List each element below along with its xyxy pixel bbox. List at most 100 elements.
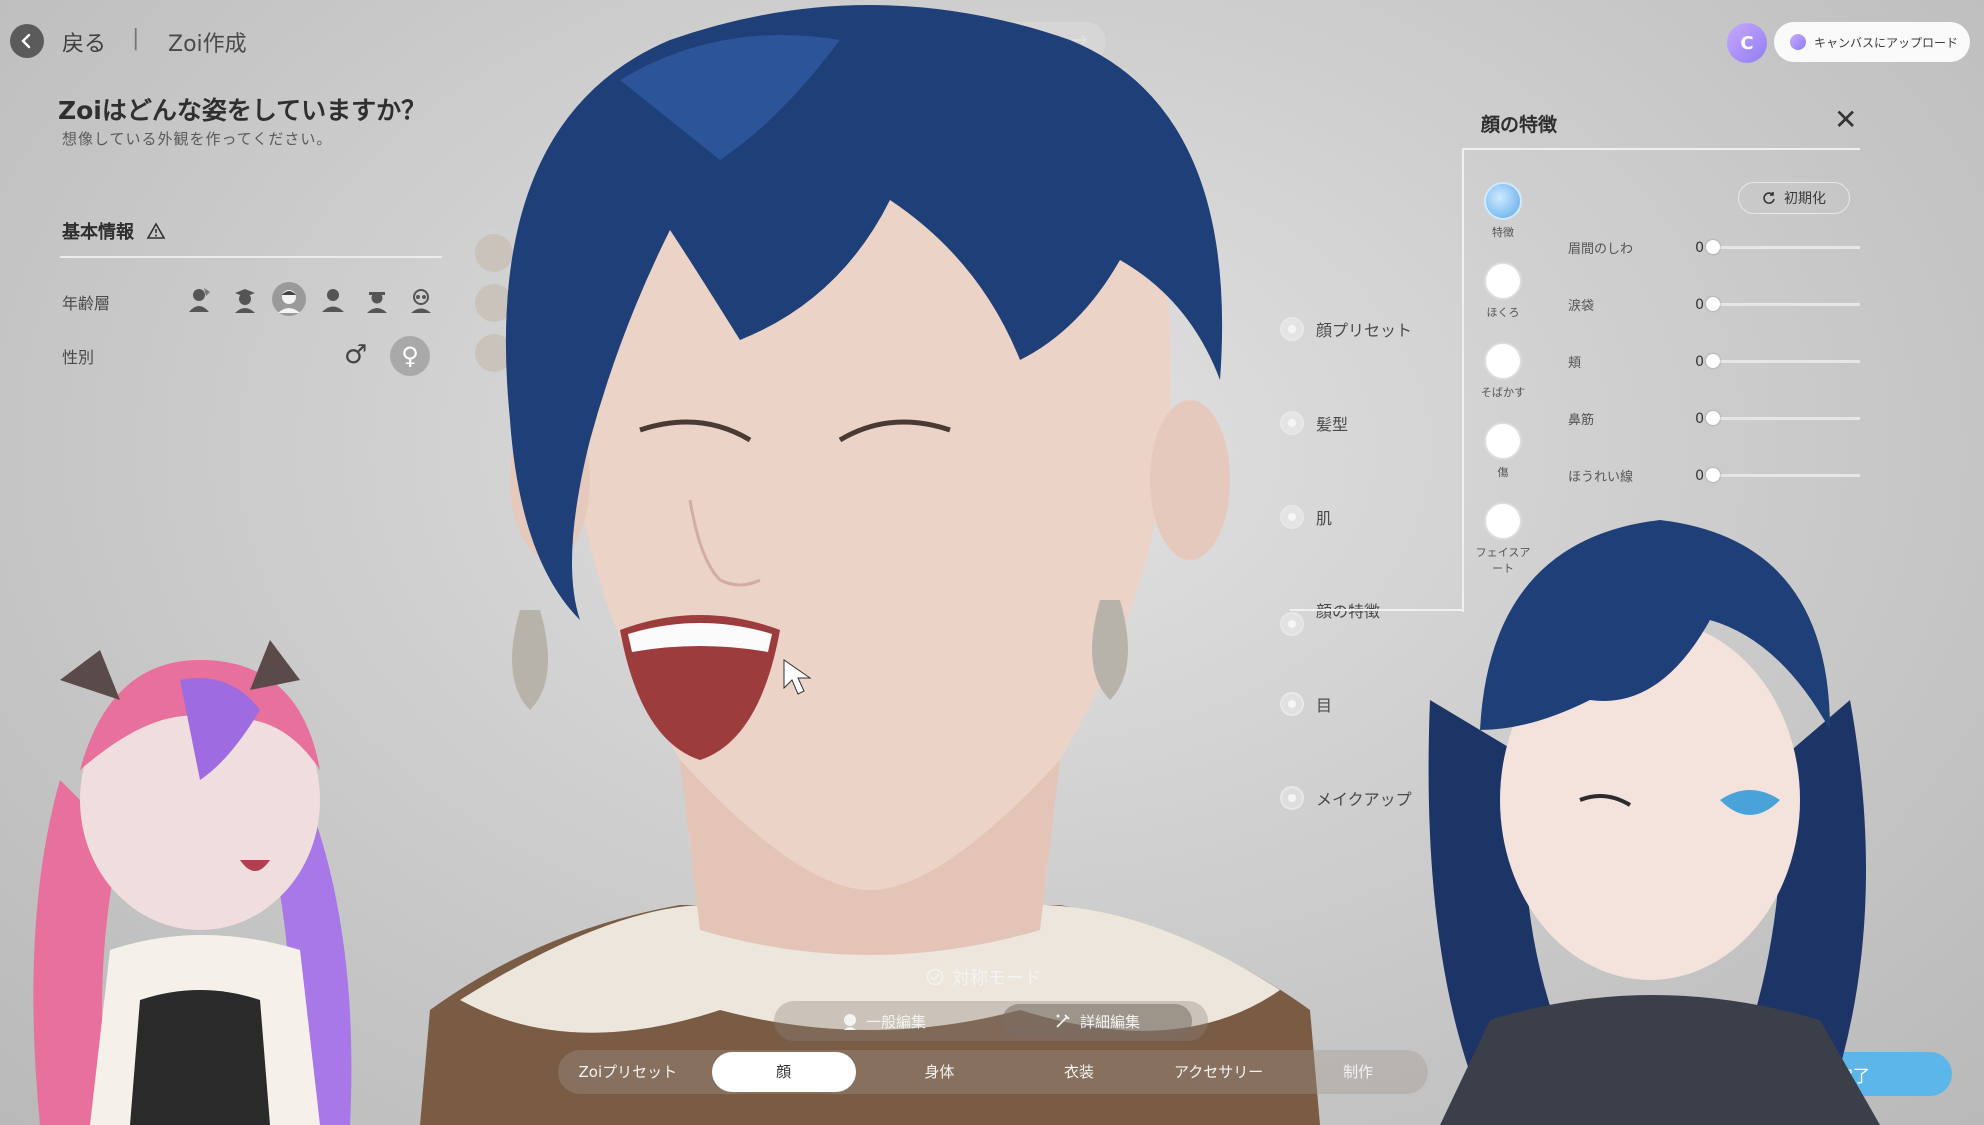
nasolabial-fold-slider[interactable] bbox=[1706, 468, 1860, 482]
avatar-left-earring bbox=[512, 610, 548, 710]
slider-knob[interactable] bbox=[1706, 468, 1720, 482]
age-middle-aged-icon[interactable] bbox=[360, 282, 394, 316]
side-tab-features[interactable]: 特徴 bbox=[1470, 182, 1536, 240]
age-selector bbox=[184, 282, 438, 316]
slider-knob[interactable] bbox=[1706, 411, 1720, 425]
chevron-left-icon bbox=[21, 33, 31, 49]
slider-knob[interactable] bbox=[1706, 297, 1720, 311]
category-label: 髪型 bbox=[1316, 415, 1349, 434]
scar-icon bbox=[1484, 422, 1522, 460]
upload-to-canvas-button[interactable]: キャンバスにアップロード bbox=[1774, 22, 1970, 62]
edit-tab-label: 一般編集 bbox=[865, 1012, 926, 1031]
age-young-adult-icon[interactable] bbox=[272, 282, 306, 316]
category-dot-icon bbox=[1280, 317, 1304, 341]
side-tab-moles[interactable]: ほくろ bbox=[1470, 262, 1536, 320]
panel-divider bbox=[1464, 148, 1860, 150]
slider-label: 眉間のしわ bbox=[1568, 242, 1634, 257]
category-eyes[interactable]: 目 bbox=[1280, 692, 1332, 716]
slider-label: 頬 bbox=[1568, 356, 1582, 371]
slider-knob[interactable] bbox=[1706, 240, 1720, 254]
tab-face[interactable]: 顔 bbox=[711, 1052, 856, 1092]
slider-row: 頬 0 bbox=[1568, 352, 1860, 371]
tab-accessory[interactable]: アクセサリー bbox=[1149, 1052, 1289, 1092]
category-skin[interactable]: 肌 bbox=[1280, 505, 1332, 529]
category-dot-icon bbox=[1280, 786, 1304, 810]
upload-label: キャンバスにアップロード bbox=[1814, 35, 1959, 50]
canvas-icon bbox=[1790, 34, 1806, 50]
vtuber-pink-hair-overlay bbox=[33, 640, 352, 1125]
symmetry-mode-toggle[interactable]: 対称モード bbox=[926, 964, 1042, 990]
age-child-icon[interactable] bbox=[184, 282, 218, 316]
back-button[interactable] bbox=[10, 24, 44, 58]
side-tab-label: ほくろ bbox=[1486, 306, 1520, 319]
side-tab-scars[interactable]: 傷 bbox=[1470, 422, 1536, 480]
age-student-icon[interactable] bbox=[228, 282, 262, 316]
face-outline-icon bbox=[843, 1014, 856, 1030]
category-dot-icon bbox=[1280, 612, 1304, 636]
tab-detail-edit[interactable]: 詳細編集 bbox=[1001, 1004, 1192, 1038]
features-icon bbox=[1484, 182, 1522, 220]
check-circle-icon bbox=[926, 968, 944, 986]
slider-row: 眉間のしわ 0 bbox=[1568, 238, 1860, 257]
tab-body[interactable]: 身体 bbox=[870, 1052, 1010, 1092]
slider-knob[interactable] bbox=[1706, 354, 1720, 368]
breadcrumb-title: Zoi作成 bbox=[168, 32, 247, 57]
age-adult-icon[interactable] bbox=[316, 282, 350, 316]
slider-row: ほうれい線 0 bbox=[1568, 466, 1860, 485]
avatar-right-ear bbox=[1150, 400, 1230, 560]
age-label: 年齢層 bbox=[62, 294, 111, 313]
detail-pen-icon bbox=[1056, 1014, 1070, 1028]
eye-bag-slider[interactable] bbox=[1706, 297, 1860, 311]
main-category-tabs: Zoiプリセット 顔 身体 衣装 アクセサリー 制作 bbox=[558, 1050, 1428, 1094]
slider-row: 涙袋 0 bbox=[1568, 295, 1860, 314]
category-dot-icon bbox=[1280, 505, 1304, 529]
freckles-icon bbox=[1484, 342, 1522, 380]
edit-mode-tabs: 一般編集 詳細編集 bbox=[774, 1001, 1208, 1041]
category-dot-icon bbox=[1280, 692, 1304, 716]
nose-bridge-slider[interactable] bbox=[1706, 411, 1860, 425]
feature-sliders: 眉間のしわ 0 涙袋 0 頬 0 鼻筋 0 ほうれい線 0 bbox=[1568, 238, 1860, 485]
refresh-icon bbox=[1763, 192, 1775, 204]
mole-icon bbox=[1484, 262, 1522, 300]
slider-value: 0 bbox=[1695, 353, 1704, 370]
cheek-slider[interactable] bbox=[1706, 354, 1860, 368]
category-label: 顔プリセット bbox=[1316, 321, 1413, 340]
slider-value: 0 bbox=[1695, 410, 1704, 427]
side-tab-label: 特徴 bbox=[1492, 226, 1514, 239]
category-face-preset[interactable]: 顔プリセット bbox=[1280, 317, 1412, 341]
tab-zoi-preset[interactable]: Zoiプリセット bbox=[558, 1052, 698, 1092]
symmetry-label: 対称モード bbox=[952, 968, 1042, 989]
tab-outfit[interactable]: 衣装 bbox=[1009, 1052, 1149, 1092]
slider-label: 涙袋 bbox=[1568, 299, 1595, 314]
category-hairstyle[interactable]: 髪型 bbox=[1280, 411, 1348, 435]
back-label[interactable]: 戻る bbox=[62, 26, 106, 58]
reset-button[interactable]: 初期化 bbox=[1738, 182, 1850, 214]
divider bbox=[60, 256, 442, 258]
reset-label: 初期化 bbox=[1784, 191, 1826, 207]
basic-info-header: 基本情報 bbox=[62, 218, 166, 244]
side-tab-label: そばかす bbox=[1480, 386, 1526, 399]
edit-tab-label: 詳細編集 bbox=[1079, 1012, 1140, 1031]
page-title: Zoiはどんな姿をしていますか？ bbox=[58, 96, 427, 125]
brow-wrinkle-slider[interactable] bbox=[1706, 240, 1860, 254]
avatar-3d-preview[interactable] bbox=[420, 0, 1320, 1125]
slider-value: 0 bbox=[1695, 467, 1704, 484]
page-subtitle: 想像している外観を作ってください。 bbox=[62, 130, 333, 148]
category-dot-icon bbox=[1280, 411, 1304, 435]
male-icon[interactable]: ♂ bbox=[344, 340, 367, 370]
side-tab-freckles[interactable]: そばかす bbox=[1470, 342, 1536, 400]
close-icon[interactable]: ✕ bbox=[1834, 106, 1857, 134]
panel-title: 顔の特徴 bbox=[1481, 114, 1558, 136]
brand-logo-icon[interactable]: C bbox=[1727, 23, 1767, 63]
tab-general-edit[interactable]: 一般編集 bbox=[790, 1004, 978, 1038]
slider-row: 鼻筋 0 bbox=[1568, 409, 1860, 428]
basic-info-title: 基本情報 bbox=[62, 222, 134, 243]
warning-icon bbox=[146, 222, 166, 239]
gender-label: 性別 bbox=[62, 348, 95, 367]
side-tab-label: 傷 bbox=[1497, 466, 1509, 479]
breadcrumb-separator: | bbox=[132, 26, 140, 51]
category-label: 目 bbox=[1316, 696, 1333, 715]
slider-value: 0 bbox=[1695, 239, 1704, 256]
vtuber-blue-hair-overlay bbox=[1428, 520, 1880, 1125]
slider-label: ほうれい線 bbox=[1568, 470, 1634, 485]
